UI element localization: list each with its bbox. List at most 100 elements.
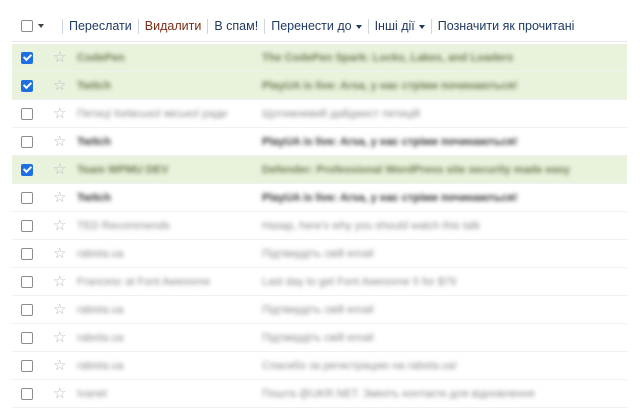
row-checkbox[interactable] (21, 331, 33, 344)
star-icon[interactable]: ☆ (41, 78, 77, 93)
mail-row[interactable]: ☆ Twitch PlayUA is live: Arsa, у нас стрім… (12, 128, 627, 156)
star-icon[interactable]: ☆ (41, 274, 77, 289)
mail-subject: Спасибо за регистрацию на rabota.ua! (262, 359, 458, 372)
select-all-control[interactable] (12, 20, 56, 32)
sender-name: Ivanet (77, 387, 107, 400)
row-checkbox[interactable] (21, 359, 33, 372)
row-checkbox[interactable] (21, 107, 33, 120)
row-checkbox-cell (12, 107, 41, 120)
star-icon[interactable]: ☆ (41, 190, 77, 205)
sender-name: Team WPMU DEV (77, 163, 169, 176)
mail-list: ☆ CodePen The CodePen Spark: Locks, Lakes,… (12, 44, 627, 408)
mail-toolbar: Переслати Видалити В спам! Перенести до … (12, 11, 627, 41)
row-checkbox-cell (12, 331, 41, 344)
spam-button[interactable]: В спам! (214, 19, 258, 33)
row-checkbox[interactable] (21, 163, 33, 176)
sender-name: TED Recommends (77, 219, 170, 232)
row-checkbox[interactable] (21, 51, 33, 64)
forward-button[interactable]: Переслати (69, 19, 132, 33)
mail-row[interactable]: ☆ rabota.ua Підтвердіть свій email (12, 296, 627, 324)
toolbar-separator (207, 18, 209, 34)
toolbar-separator (367, 18, 369, 34)
sender-name: Петицї Київської міської ради (77, 107, 228, 120)
row-checkbox-cell (12, 275, 41, 288)
sender-name: rabota.ua (77, 247, 124, 260)
row-checkbox[interactable] (21, 303, 33, 316)
mail-subject: PlayUA is live: Arsa, у нас стріми почин… (262, 79, 518, 92)
sender-name: rabota.ua (77, 359, 124, 372)
star-icon[interactable]: ☆ (41, 134, 77, 149)
star-icon[interactable]: ☆ (41, 106, 77, 121)
row-checkbox-cell (12, 387, 41, 400)
row-checkbox-cell (12, 191, 41, 204)
select-all-checkbox[interactable] (21, 20, 33, 32)
mail-subject: Підтвердіть свій email (262, 331, 374, 344)
sender-name: Twitch (77, 191, 112, 204)
other-actions-label: Інші дії (374, 19, 415, 33)
sender-name: Twitch (77, 79, 112, 92)
row-checkbox-cell (12, 135, 41, 148)
row-checkbox[interactable] (21, 191, 33, 204)
row-checkbox[interactable] (21, 219, 33, 232)
row-checkbox-cell (12, 359, 41, 372)
sender-name: Twitch (77, 135, 112, 148)
mail-row[interactable]: ☆ rabota.ua Підтвердіть свій email (12, 240, 627, 268)
mail-row[interactable]: ☆ Francesc at Font Awesome Last day to get… (12, 268, 627, 296)
row-checkbox[interactable] (21, 79, 33, 92)
mail-row[interactable]: ☆ CodePen The CodePen Spark: Locks, Lakes,… (12, 44, 627, 72)
mail-subject: Підтвердіть свій email (262, 247, 374, 260)
star-icon[interactable]: ☆ (41, 358, 77, 373)
mail-subject: Пошта @UKR.NET. Змініть контакти для від… (262, 387, 535, 400)
mail-subject: PlayUA is live: Arsa, у нас стріми почин… (262, 191, 518, 204)
toolbar-separator (430, 18, 432, 34)
sender-name: Francesc at Font Awesome (77, 275, 211, 288)
other-actions-caret-icon (418, 24, 425, 29)
row-checkbox-cell (12, 219, 41, 232)
move-to-caret-icon (355, 24, 362, 29)
toolbar-separator (137, 18, 139, 34)
star-icon[interactable]: ☆ (41, 330, 77, 345)
mail-row[interactable]: ☆ rabota.ua Підтвердіть свій email (12, 324, 627, 352)
other-actions-button[interactable]: Інші дії (375, 19, 425, 33)
sender-name: CodePen (77, 51, 125, 64)
row-checkbox-cell (12, 303, 41, 316)
mail-row[interactable]: ☆ Twitch PlayUA is live: Arsa, у нас стрім… (12, 72, 627, 100)
star-icon[interactable]: ☆ (41, 50, 77, 65)
move-to-label: Перенести до (271, 19, 352, 33)
mail-subject: The CodePen Spark: Locks, Lakes, and Loa… (262, 51, 514, 64)
toolbar-divider (12, 41, 627, 42)
mark-read-button[interactable]: Позначити як прочитані (438, 19, 575, 33)
row-checkbox-cell (12, 51, 41, 64)
sender-name: rabota.ua (77, 303, 124, 316)
mail-row[interactable]: ☆ rabota.ua Спасибо за регистрацию на rabo… (12, 352, 627, 380)
mail-row[interactable]: ☆ Team WPMU DEV Defender: Professional Wor… (12, 156, 627, 184)
mail-subject: Щотижневий дайджест петицій (262, 107, 421, 120)
mail-subject: Defender: Professional WordPress site se… (262, 163, 570, 176)
row-checkbox[interactable] (21, 387, 33, 400)
mail-row[interactable]: ☆ Ivanet Пошта @UKR.NET. Змініть контакти … (12, 380, 627, 408)
row-checkbox[interactable] (21, 135, 33, 148)
row-checkbox-cell (12, 247, 41, 260)
row-checkbox-cell (12, 79, 41, 92)
mail-subject: Підтвердіть свій email (262, 303, 374, 316)
toolbar-separator (264, 18, 266, 34)
mail-subject: PlayUA is live: Arsa, у нас стріми почин… (262, 135, 518, 148)
row-checkbox[interactable] (21, 275, 33, 288)
mail-row[interactable]: ☆ TED Recommends Назар, here's why you sho… (12, 212, 627, 240)
mail-row[interactable]: ☆ Петицї Київської міської ради Щотижневий… (12, 100, 627, 128)
mail-subject: Назар, here's why you should watch this … (262, 219, 480, 232)
star-icon[interactable]: ☆ (41, 386, 77, 401)
select-dropdown-caret-icon[interactable] (38, 24, 44, 28)
mail-subject: Last day to get Font Awesome 5 for $79 (262, 275, 457, 288)
star-icon[interactable]: ☆ (41, 218, 77, 233)
star-icon[interactable]: ☆ (41, 162, 77, 177)
mail-row[interactable]: ☆ Twitch PlayUA is live: Arsa, у нас стрім… (12, 184, 627, 212)
sender-name: rabota.ua (77, 331, 124, 344)
star-icon[interactable]: ☆ (41, 302, 77, 317)
row-checkbox-cell (12, 163, 41, 176)
star-icon[interactable]: ☆ (41, 246, 77, 261)
toolbar-separator (62, 18, 63, 34)
move-to-button[interactable]: Перенести до (271, 19, 362, 33)
row-checkbox[interactable] (21, 247, 33, 260)
delete-button[interactable]: Видалити (145, 19, 202, 33)
